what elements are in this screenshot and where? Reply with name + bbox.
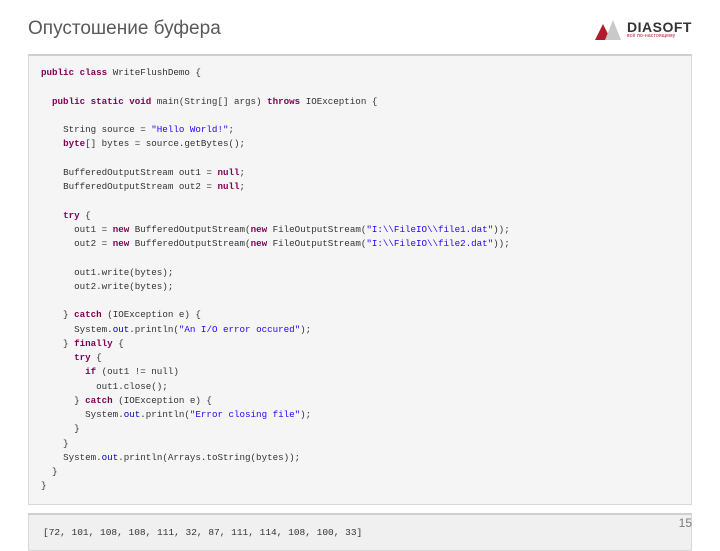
logo-tagline: всё по-настоящему	[627, 34, 692, 39]
page-number: 15	[679, 516, 692, 530]
brand-logo: DIASOFT всё по-настоящему	[595, 18, 692, 40]
slide-title: Опустошение буфера	[28, 18, 221, 40]
output-block: [72, 101, 108, 108, 111, 32, 87, 111, 11…	[28, 513, 692, 551]
slide-header: Опустошение буфера DIASOFT всё по-настоя…	[0, 0, 720, 48]
code-block: public class WriteFlushDemo { public sta…	[28, 54, 692, 505]
logo-mark-icon	[595, 18, 621, 40]
logo-text-wrap: DIASOFT всё по-настоящему	[627, 20, 692, 39]
logo-text: DIASOFT	[627, 20, 692, 34]
